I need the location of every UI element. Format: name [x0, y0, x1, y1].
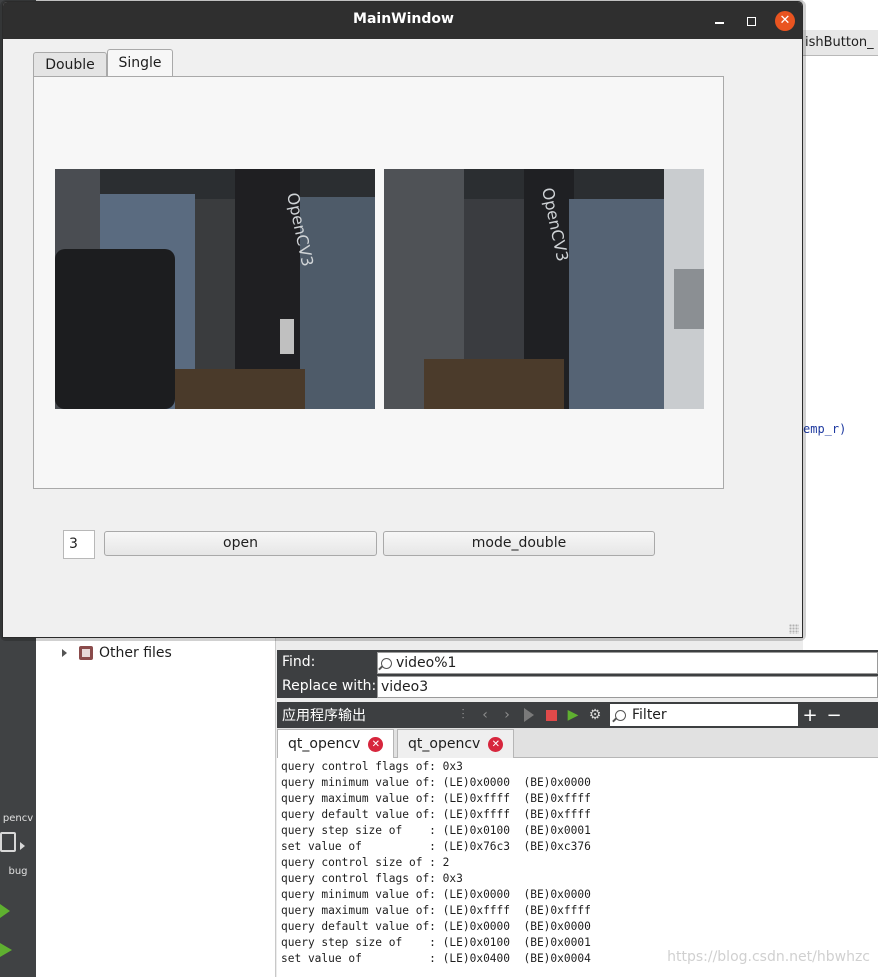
- expand-arrow-icon[interactable]: [62, 649, 67, 657]
- application-output-text[interactable]: query control flags of: 0x3 query minimu…: [277, 758, 878, 977]
- output-filter-input[interactable]: Filter: [610, 704, 798, 726]
- find-input-value: video%1: [396, 655, 457, 671]
- tab-content-single: OpenCV3 OpenCV3: [33, 76, 724, 489]
- project-tree-panel: [36, 620, 276, 977]
- rerun-icon[interactable]: [518, 704, 540, 726]
- minimize-icon: [714, 22, 724, 24]
- output-line: query step size of : (LE)0x0100 (BE)0x00…: [281, 824, 591, 837]
- camera-view-right: OpenCV3: [384, 169, 704, 409]
- find-label: Find:: [282, 654, 316, 670]
- application-output-title: 应用程序输出: [282, 708, 366, 724]
- code-editor[interactable]: [803, 0, 878, 650]
- code-line-fragment: emp_r): [803, 422, 847, 436]
- output-line: query control flags of: 0x3: [281, 872, 463, 885]
- camera-view-left: OpenCV3: [55, 169, 375, 409]
- replace-label: Replace with:: [282, 678, 377, 694]
- camera-frame-right: OpenCV3: [384, 169, 704, 409]
- stop-icon[interactable]: [540, 704, 562, 726]
- camera-frame-left: OpenCV3: [55, 169, 375, 409]
- output-line: query default value of: (LE)0xffff (BE)0…: [281, 808, 591, 821]
- output-tab-label: qt_opencv: [288, 736, 361, 752]
- tab-double[interactable]: Double: [33, 52, 107, 78]
- zoom-out-icon[interactable]: −: [822, 705, 846, 726]
- window-title: MainWindow: [353, 11, 454, 27]
- clear-output-icon[interactable]: ⫶: [452, 704, 474, 726]
- output-tab-2[interactable]: qt_opencv ✕: [397, 729, 515, 758]
- folder-icon: [79, 646, 93, 660]
- run-icon[interactable]: [0, 904, 10, 918]
- settings-gear-icon[interactable]: ⚙: [584, 704, 606, 726]
- close-icon: ✕: [775, 11, 795, 31]
- maximize-icon: [746, 16, 756, 26]
- close-icon[interactable]: ✕: [488, 736, 504, 752]
- output-line: query control size of : 2: [281, 856, 450, 869]
- title-bar[interactable]: MainWindow ✕: [3, 2, 802, 39]
- output-line: query minimum value of: (LE)0x0000 (BE)0…: [281, 776, 591, 789]
- output-tab-1[interactable]: qt_opencv ✕: [277, 729, 395, 758]
- replace-input-value: video3: [381, 679, 429, 695]
- open-button[interactable]: open: [104, 531, 377, 556]
- close-icon[interactable]: ✕: [368, 736, 384, 752]
- build-mode-label: bug: [8, 866, 28, 877]
- maximize-button[interactable]: [741, 11, 761, 31]
- watermark: https://blog.csdn.net/hbwhzc: [667, 949, 870, 965]
- next-item-icon[interactable]: ›: [496, 704, 518, 726]
- find-input[interactable]: video%1: [377, 652, 878, 674]
- application-output-toolbar: 应用程序输出 ⫶ ‹ › ▶ ⚙ Filter + −: [277, 702, 878, 728]
- project-tree-item-label: Other files: [99, 645, 172, 661]
- editor-tab[interactable]: ishButton_: [803, 30, 878, 56]
- output-line: query control flags of: 0x3: [281, 760, 463, 773]
- output-line: query minimum value of: (LE)0x0000 (BE)0…: [281, 888, 591, 901]
- search-icon: [381, 657, 392, 669]
- filter-search-icon: [615, 709, 626, 721]
- tab-single[interactable]: Single: [107, 49, 173, 78]
- output-tab-label: qt_opencv: [408, 736, 481, 752]
- output-line: query maximum value of: (LE)0xffff (BE)0…: [281, 792, 591, 805]
- camera-index-field[interactable]: 3: [63, 530, 95, 559]
- filter-placeholder: Filter: [632, 707, 667, 723]
- output-line: set value of : (LE)0x76c3 (BE)0xc376: [281, 840, 591, 853]
- zoom-in-icon[interactable]: +: [798, 705, 822, 726]
- kit-selector-arrow-icon[interactable]: [20, 842, 25, 850]
- main-window: MainWindow ✕ Double Single OpenCV3 OpenC…: [2, 1, 803, 638]
- resize-grip[interactable]: [789, 624, 799, 634]
- replace-input[interactable]: video3: [377, 676, 878, 698]
- project-tree-item-other-files[interactable]: Other files: [62, 643, 172, 663]
- output-line: query default value of: (LE)0x0000 (BE)0…: [281, 920, 591, 933]
- minimize-button[interactable]: [709, 11, 729, 31]
- close-button[interactable]: ✕: [775, 11, 795, 31]
- mode-double-button[interactable]: mode_double: [383, 531, 655, 556]
- output-tab-bar: qt_opencv ✕ qt_opencv ✕: [277, 728, 878, 758]
- previous-item-icon[interactable]: ‹: [474, 704, 496, 726]
- output-line: query maximum value of: (LE)0xffff (BE)0…: [281, 904, 591, 917]
- attach-debugger-icon[interactable]: ▶: [562, 704, 584, 726]
- kit-selector-monitor-icon[interactable]: [0, 832, 16, 852]
- kit-label: pencv: [2, 813, 34, 824]
